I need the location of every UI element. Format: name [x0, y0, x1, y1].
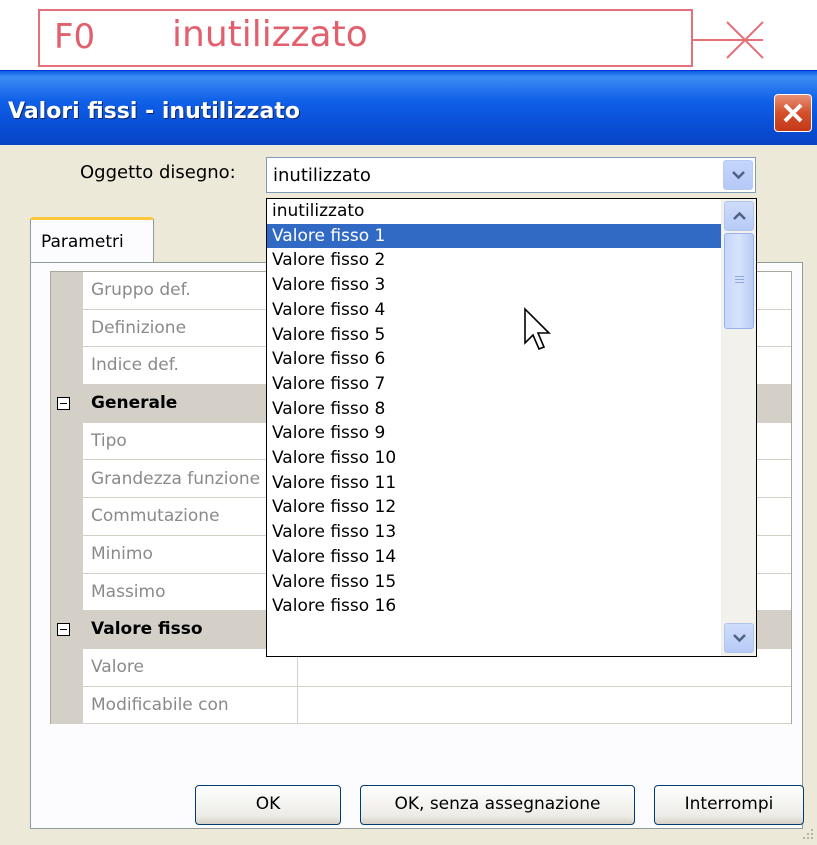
function-id: F0: [54, 17, 96, 57]
tab-label: Parametri: [41, 232, 124, 252]
scroll-thumb[interactable]: [724, 233, 754, 329]
chevron-up-icon: [733, 211, 746, 220]
property-name: Grandezza funzione: [91, 468, 261, 489]
dialog-titlebar[interactable]: Valori fissi - inutilizzato: [0, 71, 817, 145]
list-item[interactable]: Valore fisso 3: [267, 273, 721, 298]
list-item[interactable]: Valore fisso 15: [267, 570, 721, 595]
dropdown-button[interactable]: [723, 160, 753, 190]
property-name: Commutazione: [91, 506, 220, 527]
collapse-icon[interactable]: [57, 397, 70, 411]
property-name: Gruppo def.: [91, 280, 191, 300]
ok-button[interactable]: OK: [195, 785, 341, 825]
list-item[interactable]: Valore fisso 14: [267, 545, 721, 570]
list-item[interactable]: Valore fisso 10: [267, 446, 721, 471]
ok-no-assign-button[interactable]: OK, senza assegnazione: [360, 785, 635, 825]
chevron-down-icon: [733, 634, 746, 643]
property-name: Massimo: [91, 581, 166, 602]
list-item[interactable]: Valore fisso 11: [267, 471, 721, 496]
resize-grip-icon[interactable]: [797, 825, 815, 843]
collapse-icon[interactable]: [57, 623, 70, 637]
close-icon: [783, 103, 803, 123]
list-item-selected[interactable]: Valore fisso 1: [267, 223, 721, 249]
list-item[interactable]: Valore fisso 12: [267, 495, 721, 520]
scrollbar[interactable]: [721, 199, 756, 656]
category-name: Generale: [91, 393, 178, 414]
category-name: Valore fisso: [91, 619, 203, 640]
list-item[interactable]: Valore fisso 7: [267, 372, 721, 397]
list-item[interactable]: Valore fisso 9: [267, 421, 721, 446]
cancel-button[interactable]: Interrompi: [654, 785, 804, 825]
function-block: F0 inutilizzato: [38, 9, 693, 67]
property-row[interactable]: Modificabile con: [51, 687, 791, 725]
property-name: Modificabile con: [91, 694, 229, 715]
property-name: Tipo: [91, 430, 127, 451]
list-item[interactable]: Valore fisso 2: [267, 248, 721, 273]
output-connector-icon: [693, 21, 764, 59]
close-button[interactable]: [774, 94, 812, 132]
list-item[interactable]: Valore fisso 5: [267, 323, 721, 348]
scroll-down-button[interactable]: [724, 623, 754, 653]
property-name: Valore: [91, 657, 144, 677]
property-name: Indice def.: [91, 355, 179, 376]
function-name: inutilizzato: [172, 14, 368, 55]
tab-parametri[interactable]: Parametri: [30, 217, 154, 263]
list-item[interactable]: inutilizzato: [267, 199, 721, 224]
list-item[interactable]: Valore fisso 8: [267, 397, 721, 422]
drawing-object-label: Oggetto disegno:: [80, 162, 236, 183]
list-item[interactable]: Valore fisso 6: [267, 347, 721, 372]
mouse-cursor-icon: [524, 307, 551, 351]
scroll-up-button[interactable]: [724, 201, 754, 231]
drawing-object-select[interactable]: inutilizzato: [266, 157, 756, 193]
list-item[interactable]: Valore fisso 13: [267, 520, 721, 545]
dropdown-list[interactable]: inutilizzato Valore fisso 1 Valore fisso…: [266, 198, 757, 657]
chevron-down-icon: [732, 171, 745, 180]
property-name: Definizione: [91, 317, 187, 338]
property-name: Minimo: [91, 543, 153, 564]
list-item[interactable]: Valore fisso 16: [267, 594, 721, 619]
drawing-object-value: inutilizzato: [273, 165, 371, 186]
list-item[interactable]: Valore fisso 4: [267, 298, 721, 323]
dialog-title: Valori fissi - inutilizzato: [8, 99, 300, 124]
fixed-values-dialog: Valori fissi - inutilizzato Oggetto dise…: [0, 70, 817, 845]
